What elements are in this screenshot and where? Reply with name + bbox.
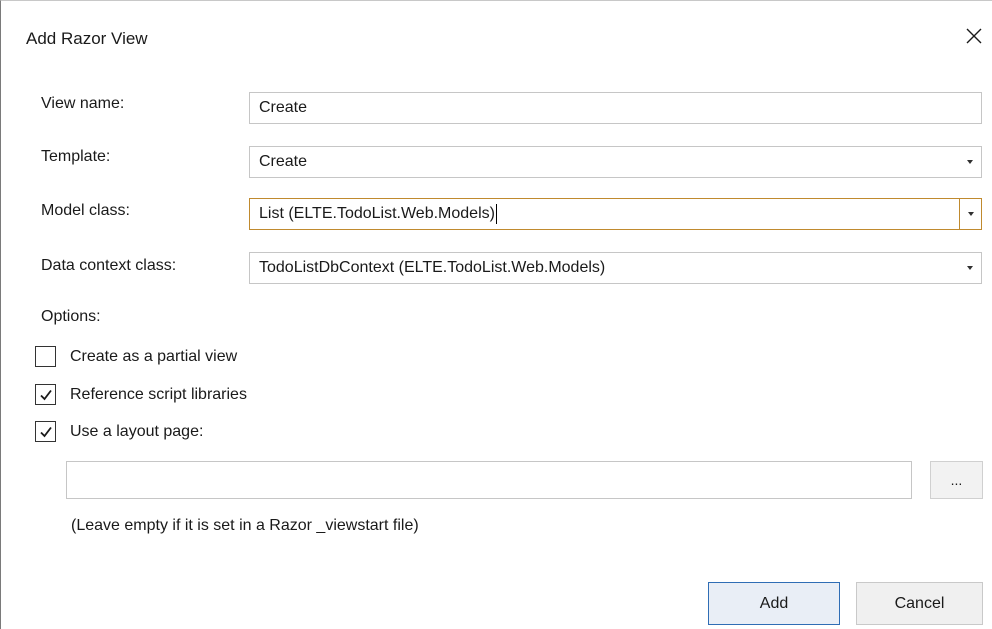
chevron-down-icon xyxy=(967,266,973,270)
template-label: Template: xyxy=(41,148,111,165)
chevron-down-icon xyxy=(967,212,974,216)
data-context-class-label: Data context class: xyxy=(41,257,177,274)
reference-scripts-checkbox[interactable] xyxy=(35,384,56,405)
layout-page-label: Use a layout page: xyxy=(70,422,204,440)
partial-view-label: Create as a partial view xyxy=(70,347,238,365)
browse-button[interactable]: ... xyxy=(930,461,983,499)
view-name-label: View name: xyxy=(41,95,125,112)
text-caret xyxy=(495,204,497,224)
add-razor-view-dialog: Add Razor View View name: Create Templat… xyxy=(0,0,992,629)
layout-page-path-input[interactable] xyxy=(66,461,912,499)
data-context-class-combobox[interactable]: TodoListDbContext (ELTE.TodoList.Web.Mod… xyxy=(249,252,982,284)
data-context-class-value: TodoListDbContext (ELTE.TodoList.Web.Mod… xyxy=(259,259,606,276)
partial-view-option[interactable]: Create as a partial view xyxy=(35,346,237,367)
data-context-class-dropdown-button[interactable] xyxy=(959,253,981,283)
template-select[interactable]: Create xyxy=(249,146,982,178)
checkmark-icon xyxy=(39,389,52,400)
reference-scripts-option[interactable]: Reference script libraries xyxy=(35,384,247,405)
model-class-dropdown-button[interactable] xyxy=(959,199,981,229)
template-dropdown-button[interactable] xyxy=(959,147,981,177)
view-name-value: Create xyxy=(259,99,308,116)
layout-page-option[interactable]: Use a layout page: xyxy=(35,421,203,442)
close-icon xyxy=(966,28,982,44)
template-value: Create xyxy=(259,153,308,170)
checkmark-icon xyxy=(39,426,52,437)
options-label: Options: xyxy=(41,308,101,325)
dialog-title: Add Razor View xyxy=(26,29,148,48)
layout-page-checkbox[interactable] xyxy=(35,421,56,442)
layout-hint-text: (Leave empty if it is set in a Razor _vi… xyxy=(71,517,419,534)
partial-view-checkbox[interactable] xyxy=(35,346,56,367)
reference-scripts-label: Reference script libraries xyxy=(70,385,247,403)
view-name-input[interactable]: Create xyxy=(249,92,982,124)
cancel-button[interactable]: Cancel xyxy=(856,582,983,625)
model-class-value: List (ELTE.TodoList.Web.Models) xyxy=(259,205,495,223)
model-class-combobox[interactable]: List (ELTE.TodoList.Web.Models) xyxy=(249,198,982,230)
add-button[interactable]: Add xyxy=(708,582,840,625)
model-class-label: Model class: xyxy=(41,202,130,219)
close-button[interactable] xyxy=(961,21,987,51)
chevron-down-icon xyxy=(967,160,973,164)
